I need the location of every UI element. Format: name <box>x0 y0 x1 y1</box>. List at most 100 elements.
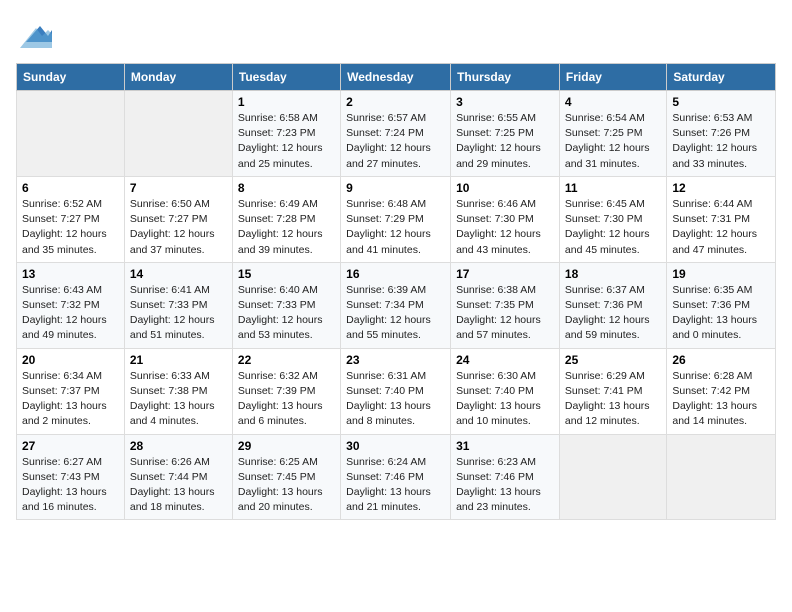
calendar-cell: 28 Sunrise: 6:26 AMSunset: 7:44 PMDayligh… <box>124 434 232 520</box>
day-detail: Sunrise: 6:54 AMSunset: 7:25 PMDaylight:… <box>565 111 661 172</box>
day-detail: Sunrise: 6:28 AMSunset: 7:42 PMDaylight:… <box>672 369 770 430</box>
day-number: 6 <box>22 181 119 195</box>
day-number: 30 <box>346 439 445 453</box>
day-detail: Sunrise: 6:31 AMSunset: 7:40 PMDaylight:… <box>346 369 445 430</box>
calendar-cell: 15 Sunrise: 6:40 AMSunset: 7:33 PMDayligh… <box>232 262 340 348</box>
day-number: 2 <box>346 95 445 109</box>
day-number: 14 <box>130 267 227 281</box>
calendar-cell: 27 Sunrise: 6:27 AMSunset: 7:43 PMDayligh… <box>17 434 125 520</box>
day-detail: Sunrise: 6:46 AMSunset: 7:30 PMDaylight:… <box>456 197 554 258</box>
day-number: 8 <box>238 181 335 195</box>
calendar-cell: 6 Sunrise: 6:52 AMSunset: 7:27 PMDaylight… <box>17 176 125 262</box>
day-number: 9 <box>346 181 445 195</box>
calendar-cell: 29 Sunrise: 6:25 AMSunset: 7:45 PMDayligh… <box>232 434 340 520</box>
calendar-cell <box>667 434 776 520</box>
day-detail: Sunrise: 6:55 AMSunset: 7:25 PMDaylight:… <box>456 111 554 172</box>
calendar-week-row: 6 Sunrise: 6:52 AMSunset: 7:27 PMDaylight… <box>17 176 776 262</box>
day-number: 23 <box>346 353 445 367</box>
calendar-cell: 1 Sunrise: 6:58 AMSunset: 7:23 PMDaylight… <box>232 91 340 177</box>
calendar-cell: 30 Sunrise: 6:24 AMSunset: 7:46 PMDayligh… <box>341 434 451 520</box>
day-number: 7 <box>130 181 227 195</box>
day-number: 1 <box>238 95 335 109</box>
day-number: 5 <box>672 95 770 109</box>
day-number: 16 <box>346 267 445 281</box>
day-number: 12 <box>672 181 770 195</box>
day-number: 25 <box>565 353 661 367</box>
calendar-cell: 31Sunrise: 6:23 AMSunset: 7:46 PMDayligh… <box>451 434 560 520</box>
calendar-cell <box>17 91 125 177</box>
day-detail: Sunrise: 6:33 AMSunset: 7:38 PMDaylight:… <box>130 369 227 430</box>
calendar-cell <box>559 434 666 520</box>
day-detail: Sunrise: 6:24 AMSunset: 7:46 PMDaylight:… <box>346 455 445 516</box>
day-detail: Sunrise: 6:45 AMSunset: 7:30 PMDaylight:… <box>565 197 661 258</box>
calendar-cell: 23 Sunrise: 6:31 AMSunset: 7:40 PMDayligh… <box>341 348 451 434</box>
calendar-cell: 2Sunrise: 6:57 AMSunset: 7:24 PMDaylight… <box>341 91 451 177</box>
logo-icon <box>20 16 52 53</box>
calendar-cell: 8Sunrise: 6:49 AMSunset: 7:28 PMDaylight… <box>232 176 340 262</box>
logo-text <box>16 16 52 53</box>
calendar-cell: 13 Sunrise: 6:43 AMSunset: 7:32 PMDayligh… <box>17 262 125 348</box>
calendar-body: 1 Sunrise: 6:58 AMSunset: 7:23 PMDaylight… <box>17 91 776 520</box>
page-header <box>16 16 776 53</box>
day-detail: Sunrise: 6:34 AMSunset: 7:37 PMDaylight:… <box>22 369 119 430</box>
weekday-header-cell: Saturday <box>667 64 776 91</box>
calendar-cell: 3 Sunrise: 6:55 AMSunset: 7:25 PMDaylight… <box>451 91 560 177</box>
day-number: 28 <box>130 439 227 453</box>
day-detail: Sunrise: 6:27 AMSunset: 7:43 PMDaylight:… <box>22 455 119 516</box>
calendar-cell: 20 Sunrise: 6:34 AMSunset: 7:37 PMDayligh… <box>17 348 125 434</box>
day-number: 27 <box>22 439 119 453</box>
day-number: 11 <box>565 181 661 195</box>
day-detail: Sunrise: 6:23 AMSunset: 7:46 PMDaylight:… <box>456 455 554 516</box>
day-detail: Sunrise: 6:41 AMSunset: 7:33 PMDaylight:… <box>130 283 227 344</box>
day-number: 29 <box>238 439 335 453</box>
day-detail: Sunrise: 6:53 AMSunset: 7:26 PMDaylight:… <box>672 111 770 172</box>
day-detail: Sunrise: 6:30 AMSunset: 7:40 PMDaylight:… <box>456 369 554 430</box>
weekday-header-cell: Wednesday <box>341 64 451 91</box>
calendar-cell: 12Sunrise: 6:44 AMSunset: 7:31 PMDayligh… <box>667 176 776 262</box>
day-detail: Sunrise: 6:58 AMSunset: 7:23 PMDaylight:… <box>238 111 335 172</box>
day-detail: Sunrise: 6:39 AMSunset: 7:34 PMDaylight:… <box>346 283 445 344</box>
day-number: 26 <box>672 353 770 367</box>
day-number: 15 <box>238 267 335 281</box>
weekday-header-cell: Monday <box>124 64 232 91</box>
day-number: 22 <box>238 353 335 367</box>
weekday-header-cell: Friday <box>559 64 666 91</box>
calendar-cell: 22 Sunrise: 6:32 AMSunset: 7:39 PMDayligh… <box>232 348 340 434</box>
calendar-cell: 4 Sunrise: 6:54 AMSunset: 7:25 PMDaylight… <box>559 91 666 177</box>
day-detail: Sunrise: 6:43 AMSunset: 7:32 PMDaylight:… <box>22 283 119 344</box>
calendar-cell: 17Sunrise: 6:38 AMSunset: 7:35 PMDayligh… <box>451 262 560 348</box>
calendar-week-row: 1 Sunrise: 6:58 AMSunset: 7:23 PMDaylight… <box>17 91 776 177</box>
calendar-cell: 5 Sunrise: 6:53 AMSunset: 7:26 PMDaylight… <box>667 91 776 177</box>
calendar-cell: 18Sunrise: 6:37 AMSunset: 7:36 PMDayligh… <box>559 262 666 348</box>
day-number: 4 <box>565 95 661 109</box>
calendar-cell: 26 Sunrise: 6:28 AMSunset: 7:42 PMDayligh… <box>667 348 776 434</box>
calendar-cell: 10Sunrise: 6:46 AMSunset: 7:30 PMDayligh… <box>451 176 560 262</box>
day-number: 19 <box>672 267 770 281</box>
day-detail: Sunrise: 6:32 AMSunset: 7:39 PMDaylight:… <box>238 369 335 430</box>
day-number: 13 <box>22 267 119 281</box>
day-number: 3 <box>456 95 554 109</box>
day-detail: Sunrise: 6:52 AMSunset: 7:27 PMDaylight:… <box>22 197 119 258</box>
calendar-cell: 19 Sunrise: 6:35 AMSunset: 7:36 PMDayligh… <box>667 262 776 348</box>
calendar-table: SundayMondayTuesdayWednesdayThursdayFrid… <box>16 63 776 520</box>
calendar-cell: 11 Sunrise: 6:45 AMSunset: 7:30 PMDayligh… <box>559 176 666 262</box>
calendar-week-row: 27 Sunrise: 6:27 AMSunset: 7:43 PMDayligh… <box>17 434 776 520</box>
day-number: 18 <box>565 267 661 281</box>
day-detail: Sunrise: 6:26 AMSunset: 7:44 PMDaylight:… <box>130 455 227 516</box>
weekday-header-cell: Thursday <box>451 64 560 91</box>
day-detail: Sunrise: 6:50 AMSunset: 7:27 PMDaylight:… <box>130 197 227 258</box>
calendar-cell: 25Sunrise: 6:29 AMSunset: 7:41 PMDayligh… <box>559 348 666 434</box>
calendar-cell: 14 Sunrise: 6:41 AMSunset: 7:33 PMDayligh… <box>124 262 232 348</box>
day-number: 20 <box>22 353 119 367</box>
logo <box>16 16 52 53</box>
day-detail: Sunrise: 6:48 AMSunset: 7:29 PMDaylight:… <box>346 197 445 258</box>
weekday-header-row: SundayMondayTuesdayWednesdayThursdayFrid… <box>17 64 776 91</box>
day-detail: Sunrise: 6:40 AMSunset: 7:33 PMDaylight:… <box>238 283 335 344</box>
calendar-week-row: 13 Sunrise: 6:43 AMSunset: 7:32 PMDayligh… <box>17 262 776 348</box>
calendar-cell: 7 Sunrise: 6:50 AMSunset: 7:27 PMDaylight… <box>124 176 232 262</box>
day-number: 21 <box>130 353 227 367</box>
day-detail: Sunrise: 6:38 AMSunset: 7:35 PMDaylight:… <box>456 283 554 344</box>
day-detail: Sunrise: 6:35 AMSunset: 7:36 PMDaylight:… <box>672 283 770 344</box>
weekday-header-cell: Sunday <box>17 64 125 91</box>
day-detail: Sunrise: 6:25 AMSunset: 7:45 PMDaylight:… <box>238 455 335 516</box>
